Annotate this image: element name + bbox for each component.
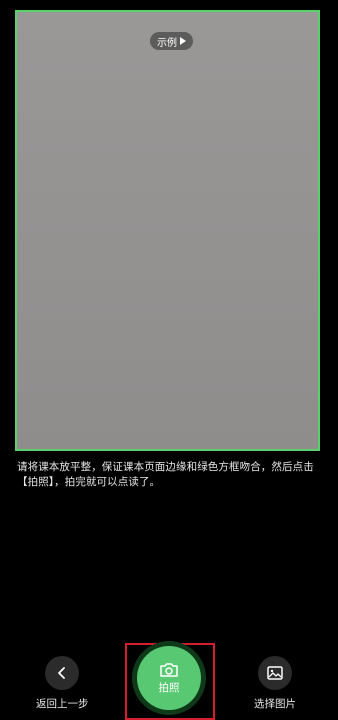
sample-label: 示例 xyxy=(157,37,177,49)
shutter-inner[interactable]: 拍照 xyxy=(137,646,201,710)
gallery-label: 选择图片 xyxy=(254,698,296,710)
camera-viewfinder xyxy=(15,10,320,451)
back-label: 返回上一步 xyxy=(36,698,89,710)
instruction-text: 请将课本放平整，保证课本页面边缘和绿色方框吻合，然后点击【拍照】，拍完就可以点读… xyxy=(17,461,314,488)
shutter-button[interactable]: 拍照 xyxy=(132,641,206,715)
camera-icon xyxy=(160,662,178,677)
shutter-label: 拍照 xyxy=(158,681,180,694)
gallery-button[interactable] xyxy=(258,656,292,690)
sample-button[interactable]: 示例 xyxy=(150,32,193,50)
image-icon xyxy=(267,666,283,680)
play-icon xyxy=(180,37,186,45)
chevron-left-icon xyxy=(58,667,65,679)
back-button[interactable] xyxy=(45,656,79,690)
